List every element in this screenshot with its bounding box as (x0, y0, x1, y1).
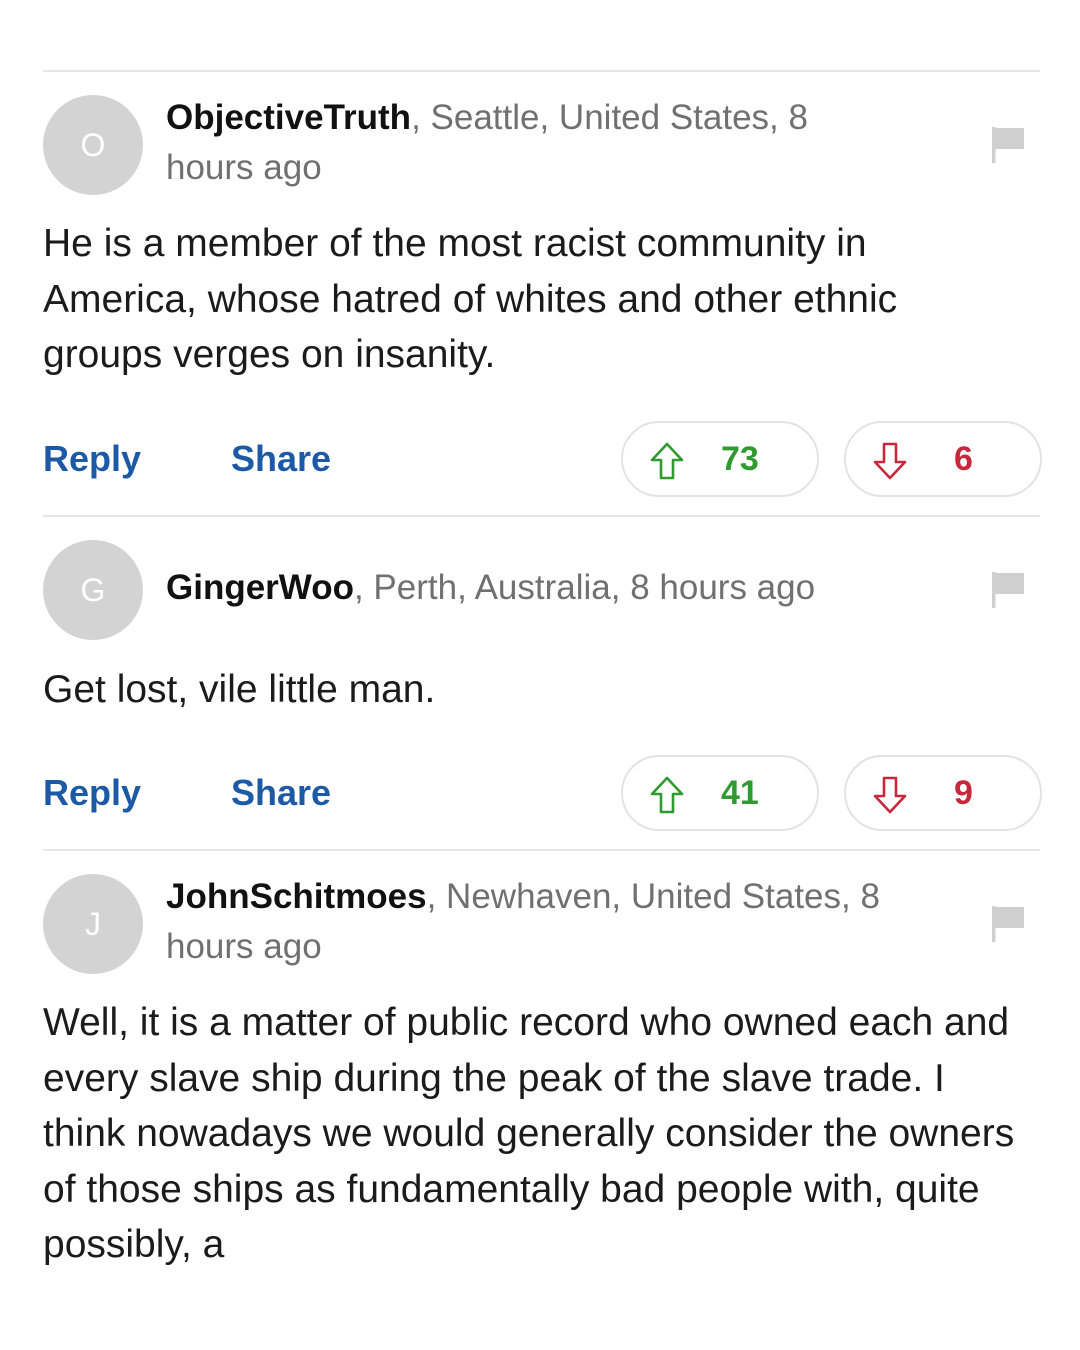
comment-header: JohnSchitmoes, Newhaven, United States, … (166, 872, 966, 972)
flag-icon[interactable] (990, 904, 1026, 944)
username[interactable]: JohnSchitmoes (166, 877, 427, 916)
username[interactable]: ObjectiveTruth (166, 98, 411, 137)
comment-body: Well, it is a matter of public record wh… (43, 1001, 1015, 1266)
avatar[interactable]: J (43, 874, 143, 974)
comment-divider (43, 849, 1040, 851)
comment-body: Get lost, vile little man. (43, 668, 436, 711)
arrow-down-icon (873, 776, 907, 814)
top-divider (43, 70, 1040, 72)
comment-divider (43, 515, 1040, 517)
downvote-count: 9 (954, 774, 973, 812)
flag-icon[interactable] (990, 570, 1026, 610)
avatar[interactable]: G (43, 540, 143, 640)
upvote-count: 41 (721, 774, 759, 812)
comment-actions: Reply Share 73 6 (43, 421, 1042, 497)
share-button[interactable]: Share (231, 421, 331, 497)
downvote-count: 6 (954, 440, 973, 478)
downvote-button[interactable]: 9 (844, 755, 1042, 831)
comment-actions: Reply Share 41 9 (43, 755, 1042, 831)
upvote-button[interactable]: 41 (621, 755, 819, 831)
reply-button[interactable]: Reply (43, 755, 141, 831)
arrow-up-icon (650, 442, 684, 480)
avatar[interactable]: O (43, 95, 143, 195)
reply-button[interactable]: Reply (43, 421, 141, 497)
share-button[interactable]: Share (231, 755, 331, 831)
upvote-count: 73 (721, 440, 759, 478)
comment-feed: O ObjectiveTruth, Seattle, United States… (0, 0, 1080, 1292)
avatar-letter: O (80, 126, 106, 163)
downvote-button[interactable]: 6 (844, 421, 1042, 497)
upvote-button[interactable]: 73 (621, 421, 819, 497)
arrow-up-icon (650, 776, 684, 814)
avatar-letter: G (80, 571, 106, 608)
username[interactable]: GingerWoo (166, 568, 354, 607)
comment-meta: , Perth, Australia, 8 hours ago (353, 568, 816, 607)
comment-header: ObjectiveTruth, Seattle, United States, … (166, 93, 886, 193)
arrow-down-icon (873, 442, 907, 480)
comment-header: GingerWoo, Perth, Australia, 8 hours ago (166, 563, 926, 613)
comment-body: He is a member of the most racist commun… (43, 222, 898, 376)
flag-icon[interactable] (990, 125, 1026, 165)
avatar-letter: J (85, 905, 101, 942)
